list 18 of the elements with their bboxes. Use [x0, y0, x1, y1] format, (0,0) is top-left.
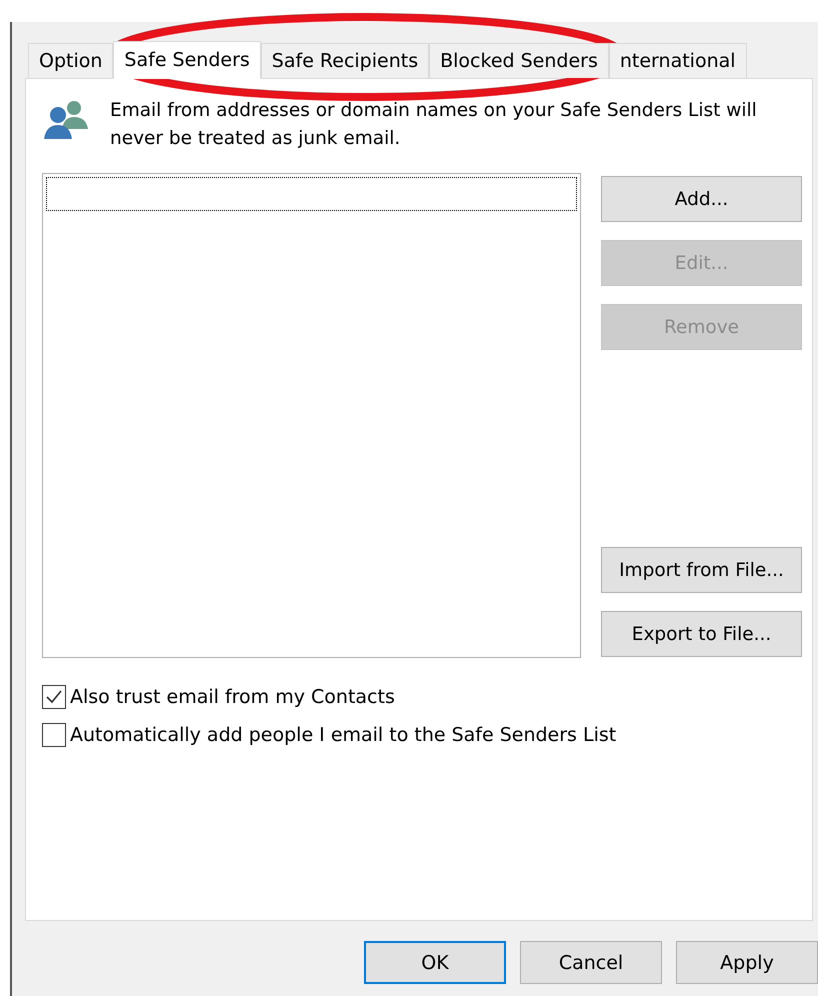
- tab[interactable]: Safe Senders: [113, 41, 261, 79]
- tab[interactable]: Blocked Senders: [429, 43, 609, 78]
- checkbox-label: Also trust email from my Contacts: [70, 686, 395, 708]
- tab[interactable]: nternational: [608, 43, 747, 78]
- list-action-button[interactable]: Import from File...: [601, 547, 802, 593]
- dialog-button[interactable]: Cancel: [520, 941, 662, 984]
- dialog-button[interactable]: Apply: [676, 941, 818, 984]
- checkmark-icon: [45, 689, 63, 705]
- list-action-button[interactable]: Add...: [601, 176, 802, 222]
- tab[interactable]: Safe Recipients: [260, 43, 430, 78]
- focus-row[interactable]: [46, 177, 577, 211]
- description-text: Email from addresses or domain names on your Safe Senders List will never be treated as junk email.: [110, 99, 758, 151]
- checkbox[interactable]: [42, 723, 66, 747]
- checkbox[interactable]: [42, 685, 66, 709]
- tab[interactable]: Option: [28, 43, 114, 78]
- list-action-button[interactable]: Export to File...: [601, 611, 802, 657]
- checkbox-label: Automatically add people I email to the Safe Senders List: [70, 724, 616, 746]
- dialog-button[interactable]: OK: [364, 941, 506, 984]
